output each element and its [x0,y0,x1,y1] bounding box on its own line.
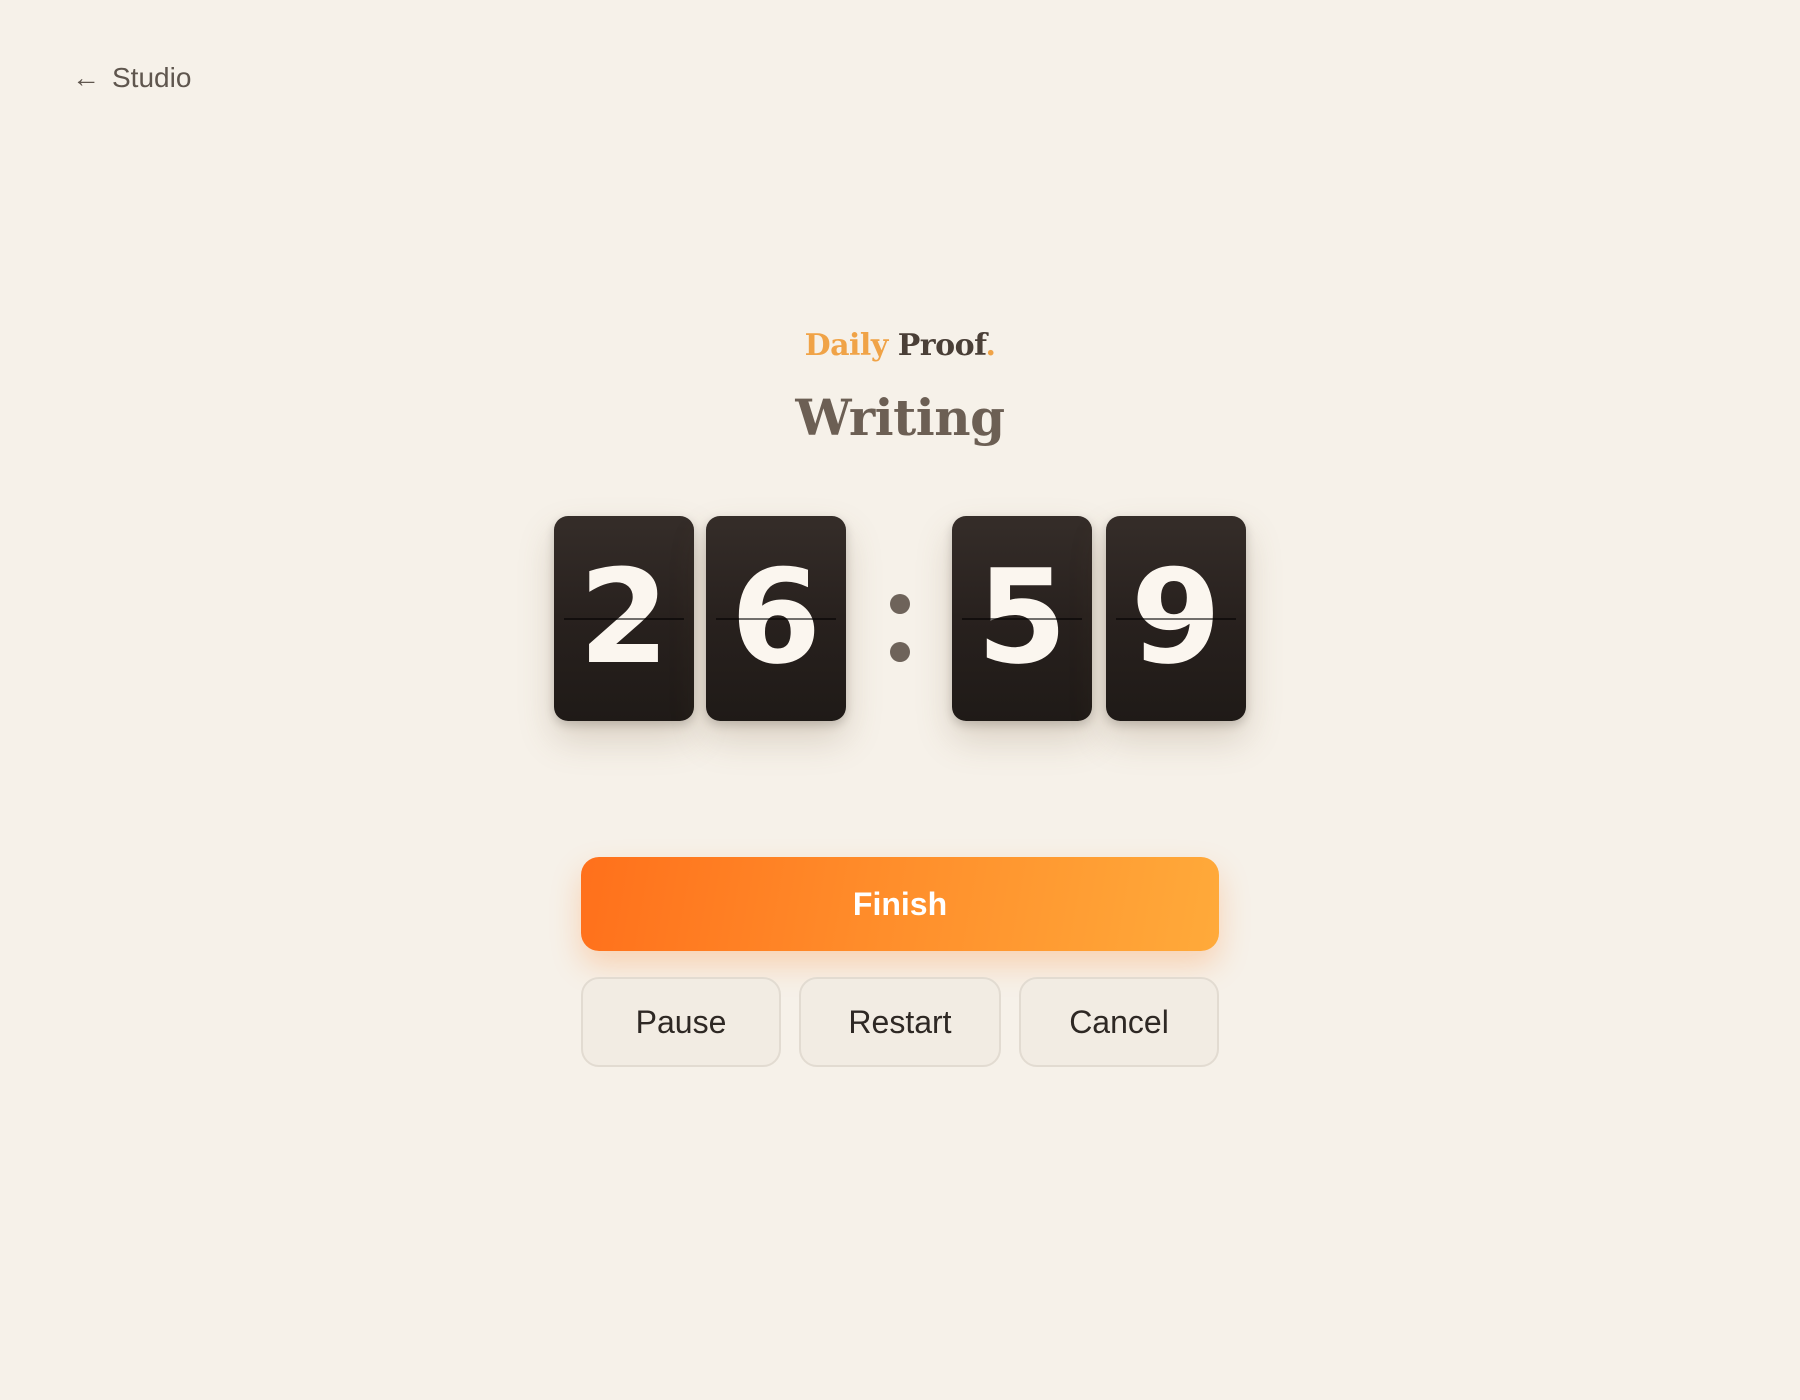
brand-logo: Daily Proof. [0,328,1800,363]
finish-button[interactable]: Finish [581,857,1219,951]
time-separator [888,594,912,664]
seconds-tens-digit: 5 [976,540,1068,693]
brand-dot: . [985,328,996,363]
pause-button[interactable]: Pause [581,977,781,1067]
seconds-ones-tile: 9 [1106,516,1246,721]
separator-dot-top [890,594,910,614]
tile-split-line [1116,618,1236,620]
seconds-ones-digit: 9 [1130,540,1222,693]
flip-clock: 2 6 5 9 [554,516,1246,721]
back-to-studio-link[interactable]: ← Studio [72,62,191,94]
tile-split-line [716,618,836,620]
arrow-left-icon: ← [72,62,100,93]
back-link-label: Studio [112,62,192,93]
session-title: Writing [795,388,1005,447]
cancel-button[interactable]: Cancel [1019,977,1219,1067]
timer-page: ← Studio Daily Proof. Writing 2 6 5 9 Fi… [0,0,1800,1400]
brand-word-proof: Proof [897,328,986,363]
minutes-tens-digit: 2 [578,540,670,693]
restart-button[interactable]: Restart [799,977,1001,1067]
minutes-ones-tile: 6 [706,516,846,721]
tile-split-line [564,618,684,620]
separator-dot-bottom [890,642,910,662]
tile-split-line [962,618,1082,620]
minutes-tens-tile: 2 [554,516,694,721]
brand-word-daily: Daily [804,328,889,363]
seconds-tens-tile: 5 [952,516,1092,721]
minutes-ones-digit: 6 [730,540,822,693]
